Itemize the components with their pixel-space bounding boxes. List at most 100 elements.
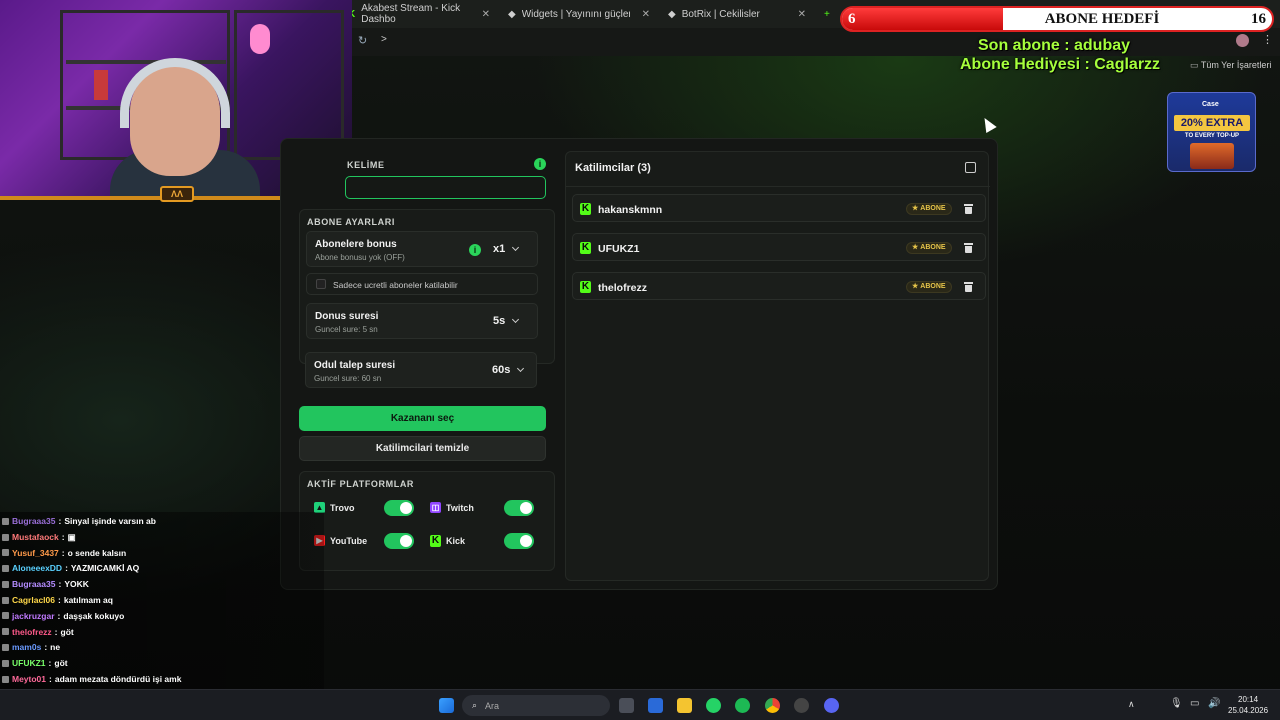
copy-icon[interactable] xyxy=(965,162,976,173)
chat-text: göt xyxy=(54,658,68,669)
sub-badge: ★ ABONE xyxy=(906,203,952,215)
reload-icon[interactable]: ↻ xyxy=(358,34,367,47)
start-icon[interactable] xyxy=(439,698,454,713)
paid-only-checkbox[interactable] xyxy=(316,279,326,289)
chat-message: thelofrezz: göt xyxy=(2,627,74,637)
chat-username: Mustafaock xyxy=(12,532,59,543)
pick-winner-button[interactable]: Kazananı seç xyxy=(299,406,546,431)
discord-icon[interactable] xyxy=(824,698,839,713)
chat-username: Cagrlacl06 xyxy=(12,595,55,605)
ad-banner[interactable]: Case 20% EXTRA TO EVERY TOP-UP xyxy=(1167,92,1256,172)
kick-icon: K xyxy=(580,242,591,254)
chat-badge-icon xyxy=(2,596,9,604)
ad-subtext: TO EVERY TOP-UP xyxy=(1184,133,1240,139)
participant-row: K thelofrezz ★ ABONE xyxy=(572,272,986,300)
trash-icon[interactable] xyxy=(964,243,973,253)
chat-text: göt xyxy=(60,626,74,637)
trovo-toggle[interactable] xyxy=(384,500,414,516)
trash-icon[interactable] xyxy=(964,204,973,214)
chat-message: AloneeexDD: YAZMICAMKİ AQ xyxy=(2,563,139,573)
kick-toggle[interactable] xyxy=(504,533,534,549)
chat-badge-icon xyxy=(2,533,9,541)
last-sub-text: Son abone : adubay xyxy=(978,37,1131,54)
menu-icon[interactable]: ⋮ xyxy=(1262,33,1273,46)
profile-avatar[interactable] xyxy=(1236,34,1249,47)
clock[interactable]: 20:14 25.04.2026 xyxy=(1228,694,1268,716)
star-icon: ★ xyxy=(912,205,919,212)
tray-chevron-icon[interactable]: ∧ xyxy=(1128,699,1135,710)
platform-twitch: ◫ Twitch xyxy=(426,496,540,520)
chat-username: Meyto01 xyxy=(12,674,47,684)
mail-icon[interactable] xyxy=(648,698,663,713)
chat-message: jackruzgar: daşşak kokuyo xyxy=(2,611,124,621)
paid-only-row[interactable]: Sadece ucretli aboneler katilabilir xyxy=(306,273,538,295)
chat-separator: : xyxy=(49,674,52,684)
taskbar-search[interactable]: ⌕ Ara xyxy=(462,695,610,716)
chat-username: AloneeexDD xyxy=(12,563,63,574)
bookmarks-bar[interactable]: ▭ Tüm Yer İşaretleri xyxy=(1190,60,1271,71)
whatsapp-icon[interactable] xyxy=(706,698,721,713)
chat-badge-icon xyxy=(2,659,9,667)
close-tab-icon[interactable]: ✕ xyxy=(482,9,490,20)
app-icon[interactable] xyxy=(794,698,809,713)
giveaway-panel: KELİME i ABONE AYARLARI Abonelere bonus … xyxy=(280,138,998,590)
tab-kick-dashboard[interactable]: K Akabest Stream - Kick Dashbo ✕ xyxy=(342,3,496,25)
chat-separator: : xyxy=(48,658,52,669)
sub-bonus-select[interactable]: x1 xyxy=(493,243,520,255)
sub-bonus-row: Abonelere bonus Abone bonusu yok (OFF) i… xyxy=(306,231,538,267)
tab-widgets[interactable]: ◆ Widgets | Yayınını güçlendirmek ✕ xyxy=(502,4,656,24)
mic-icon[interactable]: 🎙 xyxy=(1170,698,1183,709)
chat-text: o sende kalsın xyxy=(67,547,127,558)
figurine xyxy=(250,24,270,54)
chat-separator: : xyxy=(54,626,58,637)
settings-column: KELİME i ABONE AYARLARI Abonelere bonus … xyxy=(289,151,555,580)
youtube-toggle[interactable] xyxy=(384,533,414,549)
duration-title: Donus suresi xyxy=(315,311,379,322)
chat-message: mam0s: ne xyxy=(2,642,60,652)
clear-participants-button[interactable]: Katilimcilari temizle xyxy=(299,436,546,461)
chat-badge-icon xyxy=(2,549,9,557)
new-tab-button[interactable]: + xyxy=(818,4,838,24)
chat-separator: : xyxy=(58,579,62,590)
chat-badge-icon xyxy=(2,517,9,525)
chat-badge-icon xyxy=(2,580,9,588)
active-platforms-title: AKTİF PLATFORMLAR xyxy=(307,479,415,489)
claim-title: Odul talep suresi xyxy=(314,360,396,371)
chat-username: Yusuf_3437 xyxy=(12,547,59,558)
chat-username: thelofrezz xyxy=(12,626,52,637)
trash-icon[interactable] xyxy=(964,282,973,292)
twitch-toggle[interactable] xyxy=(504,500,534,516)
spotify-icon[interactable] xyxy=(735,698,750,713)
ad-extra: 20% EXTRA xyxy=(1174,115,1250,131)
chat-separator: : xyxy=(61,532,65,543)
sub-goal-bar: 6 ABONE HEDEFİ 16 xyxy=(840,6,1274,32)
ad-brand: Case xyxy=(1202,101,1219,108)
star-icon: ★ xyxy=(912,283,919,290)
monitor-icon[interactable]: ▭ xyxy=(1190,698,1199,709)
chrome-icon[interactable] xyxy=(765,698,780,713)
chevron-down-icon xyxy=(512,315,520,324)
forward-arrow[interactable]: > xyxy=(381,34,387,45)
claim-select[interactable]: 60s xyxy=(492,364,525,376)
close-tab-icon[interactable]: ✕ xyxy=(642,9,650,20)
volume-icon[interactable]: 🔊 xyxy=(1208,698,1220,709)
duration-select[interactable]: 5s xyxy=(493,315,520,327)
chat-username: mam0s xyxy=(12,642,42,653)
keyword-input[interactable] xyxy=(345,176,546,199)
tab-botrix[interactable]: ◆ BotRix | Cekilisler ✕ xyxy=(662,4,812,24)
chat-text: YOKK xyxy=(64,579,89,590)
divider xyxy=(566,186,990,187)
chat-separator: : xyxy=(61,547,65,558)
folder-icon[interactable] xyxy=(677,698,692,713)
chat-text: adam mezata döndürdü işi amk xyxy=(54,674,182,684)
chat-message: UFUKZ1: göt xyxy=(2,658,68,668)
file-explorer-icon[interactable] xyxy=(619,698,634,713)
platform-kick: K Kick xyxy=(426,529,540,553)
chat-separator: : xyxy=(58,516,62,526)
close-tab-icon[interactable]: ✕ xyxy=(798,9,806,20)
chat-message: Cagrlacl06: katılmam aq xyxy=(2,595,113,605)
case-icon xyxy=(1190,143,1234,169)
chat-text: ne xyxy=(50,642,61,653)
chat-separator: : xyxy=(65,563,68,574)
chat-message: Bugraaa35: Sinyal işinde varsın ab xyxy=(2,516,156,526)
